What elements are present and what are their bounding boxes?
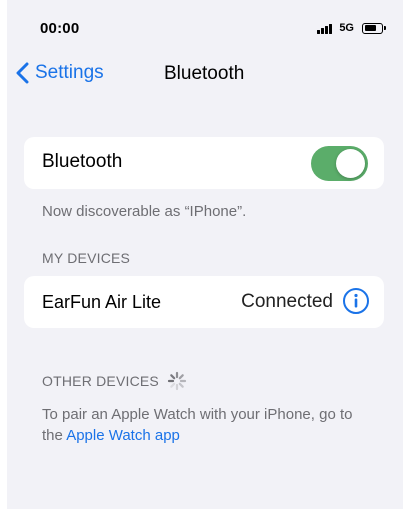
apple-watch-app-link[interactable]: Apple Watch app xyxy=(66,427,180,444)
device-status: Connected xyxy=(241,291,333,312)
toggle-knob xyxy=(336,149,365,178)
back-label: Settings xyxy=(35,62,104,83)
status-time: 00:00 xyxy=(40,20,80,37)
back-button[interactable]: Settings xyxy=(16,62,104,84)
navigation-bar: Settings Bluetooth xyxy=(7,56,403,96)
device-row[interactable]: EarFun Air Lite Connected xyxy=(24,276,384,328)
device-name: EarFun Air Lite xyxy=(42,292,162,312)
spinner-icon xyxy=(167,371,187,391)
apple-watch-hint: To pair an Apple Watch with your iPhone,… xyxy=(42,404,372,446)
info-icon[interactable] xyxy=(342,287,370,315)
settings-screen: 00:00 5G Settings Bluetooth Bluetooth No… xyxy=(7,0,403,509)
signal-icon xyxy=(317,23,333,34)
my-devices-header: MY DEVICES xyxy=(42,250,131,266)
network-type: 5G xyxy=(339,22,354,34)
status-indicators: 5G xyxy=(317,22,386,34)
other-devices-label: OTHER DEVICES xyxy=(42,373,159,389)
page-title: Bluetooth xyxy=(164,63,245,84)
other-devices-header: OTHER DEVICES xyxy=(42,371,187,391)
bluetooth-toggle[interactable] xyxy=(311,146,368,181)
discoverable-caption: Now discoverable as “IPhone”. xyxy=(42,203,247,220)
bluetooth-label: Bluetooth xyxy=(42,151,123,172)
bluetooth-toggle-row: Bluetooth xyxy=(24,137,384,189)
battery-icon xyxy=(362,22,386,34)
chevron-left-icon xyxy=(16,62,29,84)
status-bar: 00:00 5G xyxy=(7,0,403,60)
